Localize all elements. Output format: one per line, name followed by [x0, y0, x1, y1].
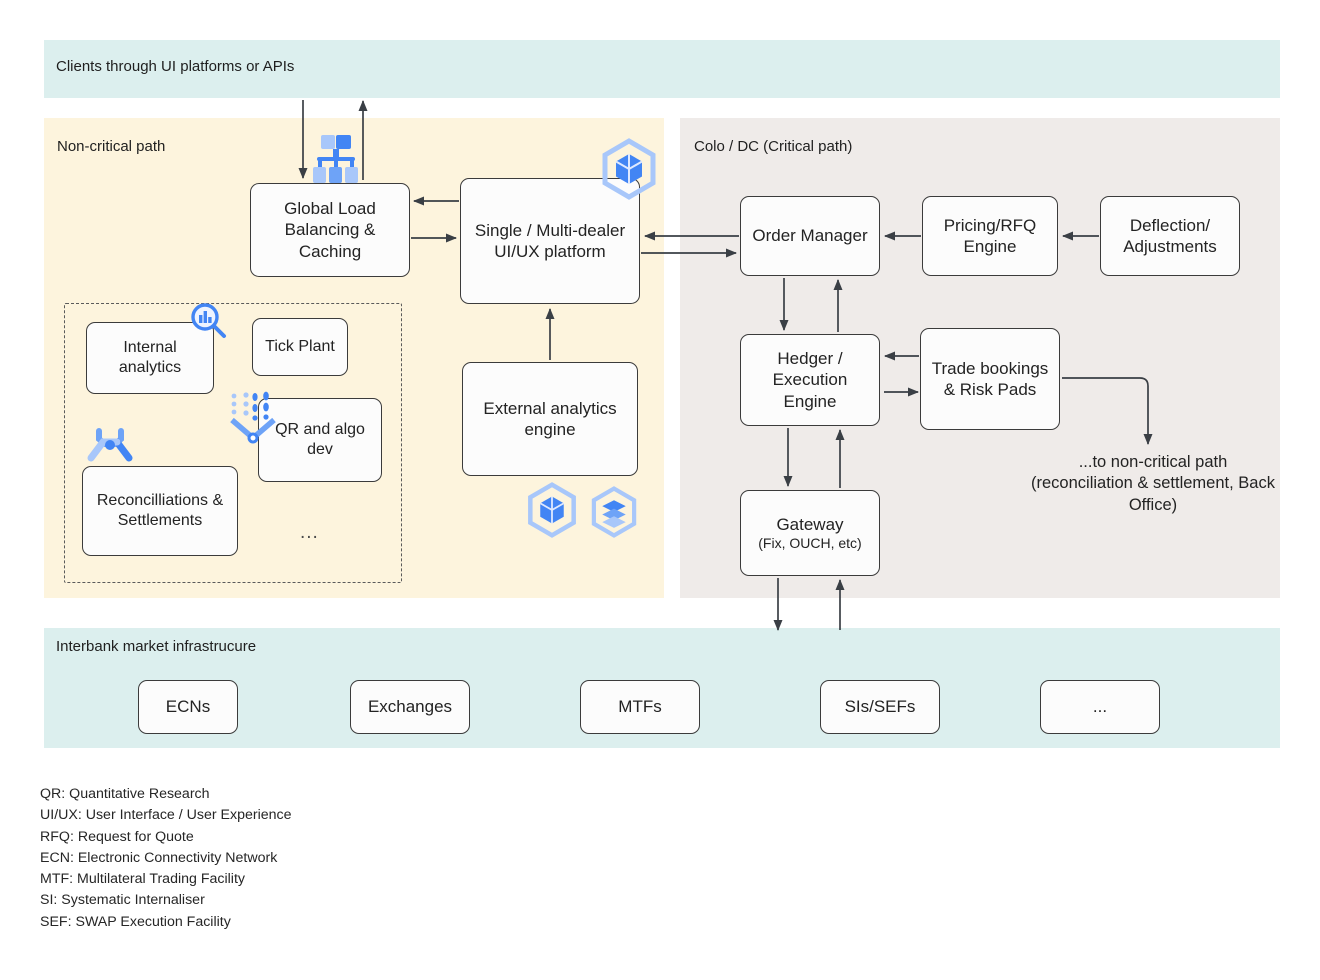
- node-external-analytics-engine[interactable]: External analytics engine: [462, 362, 638, 476]
- cube-hexagon-icon: [524, 482, 580, 543]
- node-deflection-adjustments[interactable]: Deflection/ Adjustments: [1100, 196, 1240, 276]
- node-venue-mtfs[interactable]: MTFs: [580, 680, 700, 734]
- legend-item: QR: Quantitative Research: [40, 786, 210, 802]
- node-global-load-balancing[interactable]: Global Load Balancing & Caching: [250, 183, 410, 277]
- legend-item: SEF: SWAP Execution Facility: [40, 913, 231, 930]
- panel-interbank-title: Interbank market infrastrucure: [56, 638, 257, 655]
- legend-item: UI/UX: User Interface / User Experience: [40, 807, 292, 824]
- node-tick-plant[interactable]: Tick Plant: [252, 318, 348, 376]
- node-venue-ecns[interactable]: ECNs: [138, 680, 238, 734]
- node-hedger-execution-engine[interactable]: Hedger / Execution Engine: [740, 334, 880, 426]
- node-order-manager[interactable]: Order Manager: [740, 196, 880, 276]
- legend-item: SI: Systematic Internaliser: [40, 892, 205, 909]
- gateway-subtitle: (Fix, OUCH, etc): [758, 535, 862, 551]
- legend-glossary: QR: Quantitative Research UI/UX: User In…: [40, 784, 292, 933]
- diagram-canvas: Clients through UI platforms or APIs Non…: [0, 0, 1320, 980]
- gateway-title: Gateway: [776, 514, 844, 534]
- legend-item: MTF: Multilateral Trading Facility: [40, 871, 245, 888]
- group-ellipsis: ...: [300, 522, 319, 543]
- panel-clients-title: Clients through UI platforms or APIs: [56, 58, 295, 75]
- node-venue-exchanges[interactable]: Exchanges: [350, 680, 470, 734]
- data-funnel-icon: [226, 390, 284, 453]
- node-venue-sis-sefs[interactable]: SIs/SEFs: [820, 680, 940, 734]
- node-trade-bookings-risk-pads[interactable]: Trade bookings & Risk Pads: [920, 328, 1060, 430]
- load-balancer-icon: [307, 133, 365, 190]
- legend-item: RFQ: Request for Quote: [40, 828, 194, 845]
- node-venue-more[interactable]: ...: [1040, 680, 1160, 734]
- legend-item: ECN: Electronic Connectivity Network: [40, 849, 278, 866]
- analytics-magnifier-icon: [188, 301, 230, 348]
- wrench-tools-icon: [83, 425, 137, 482]
- node-gateway[interactable]: Gateway (Fix, OUCH, etc): [740, 490, 880, 576]
- cube-hexagon-icon: [598, 138, 660, 205]
- panel-non-critical-title: Non-critical path: [57, 138, 166, 155]
- node-pricing-rfq-engine[interactable]: Pricing/RFQ Engine: [922, 196, 1058, 276]
- panel-colo-title: Colo / DC (Critical path): [694, 138, 853, 155]
- to-non-critical-path-note: ...to non-critical path (reconciliation …: [1031, 453, 1275, 514]
- stack-hexagon-icon: [588, 486, 640, 543]
